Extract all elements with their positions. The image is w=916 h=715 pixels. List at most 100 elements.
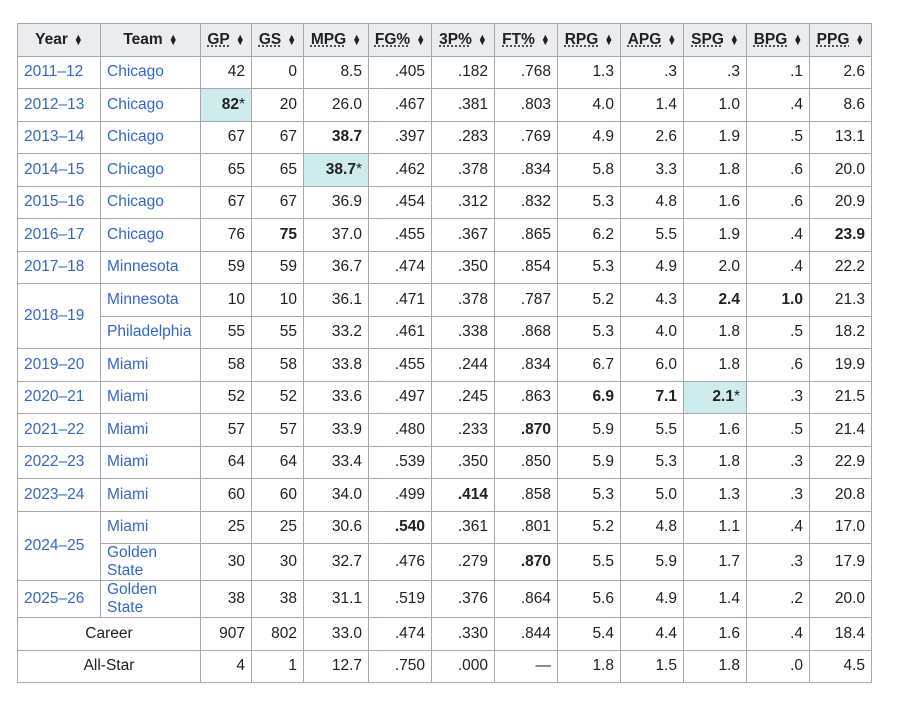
stat-cell-gp: 907 bbox=[200, 617, 252, 651]
stat-cell-ppg: 13.1 bbox=[809, 120, 872, 154]
sort-arrows-icon[interactable]: ▲ ▼ bbox=[287, 32, 296, 46]
season-year-cell: 2020–21 bbox=[17, 380, 101, 414]
season-year-link[interactable]: 2018–19 bbox=[24, 307, 84, 324]
stat-cell-3ppct: .378 bbox=[431, 283, 495, 317]
stat-cell-bpg: .4 bbox=[746, 617, 810, 651]
column-header-apg[interactable]: APG ▲ ▼ bbox=[620, 23, 684, 57]
season-year-link[interactable]: 2014–15 bbox=[24, 161, 84, 178]
season-year-link[interactable]: 2017–18 bbox=[24, 258, 84, 275]
column-header-bpg[interactable]: BPG ▲ ▼ bbox=[746, 23, 810, 57]
column-header-team[interactable]: Team ▲ ▼ bbox=[100, 23, 201, 57]
team-link[interactable]: Miami bbox=[107, 356, 148, 373]
season-year-link[interactable]: 2019–20 bbox=[24, 356, 84, 373]
team-link[interactable]: Golden State bbox=[107, 544, 157, 579]
team-link[interactable]: Miami bbox=[107, 486, 148, 503]
season-year-link[interactable]: 2016–17 bbox=[24, 226, 84, 243]
sort-arrows-icon[interactable]: ▲ ▼ bbox=[478, 32, 487, 46]
stat-cell-ppg: 2.6 bbox=[809, 55, 872, 89]
stat-cell-gp: 67 bbox=[200, 185, 252, 219]
stat-cell-gs: 802 bbox=[251, 617, 304, 651]
column-header-spg[interactable]: SPG ▲ ▼ bbox=[683, 23, 747, 57]
sort-arrows-icon[interactable]: ▲ ▼ bbox=[169, 32, 178, 46]
column-header-ppg[interactable]: PPG ▲ ▼ bbox=[809, 23, 872, 57]
sort-arrows-icon[interactable]: ▲ ▼ bbox=[74, 32, 83, 46]
column-header-label: GP bbox=[207, 30, 230, 48]
team-link[interactable]: Chicago bbox=[107, 161, 164, 178]
stat-cell-mpg: 12.7 bbox=[303, 649, 369, 683]
team-link[interactable]: Minnesota bbox=[107, 258, 179, 275]
team-link[interactable]: Golden State bbox=[107, 581, 157, 616]
column-header-label: FT% bbox=[502, 30, 535, 48]
team-link[interactable]: Minnesota bbox=[107, 291, 179, 308]
column-header-mpg[interactable]: MPG ▲ ▼ bbox=[303, 23, 369, 57]
column-header-gp[interactable]: GP ▲ ▼ bbox=[200, 23, 252, 57]
season-year-link[interactable]: 2024–25 bbox=[24, 537, 84, 554]
column-header-gs[interactable]: GS ▲ ▼ bbox=[251, 23, 304, 57]
column-header-year[interactable]: Year ▲ ▼ bbox=[17, 23, 101, 57]
stat-cell-spg: 1.3 bbox=[683, 478, 747, 512]
team-link[interactable]: Philadelphia bbox=[107, 323, 191, 340]
stat-cell-bpg: .4 bbox=[746, 510, 810, 544]
sort-arrows-icon[interactable]: ▲ ▼ bbox=[236, 32, 245, 46]
column-header-rpg[interactable]: RPG ▲ ▼ bbox=[557, 23, 621, 57]
sort-arrows-icon[interactable]: ▲ ▼ bbox=[541, 32, 550, 46]
stat-cell-ftpct: .801 bbox=[494, 510, 558, 544]
stat-cell-ppg: 22.9 bbox=[809, 445, 872, 479]
stat-cell-3ppct: .312 bbox=[431, 185, 495, 219]
sort-arrows-icon[interactable]: ▲ ▼ bbox=[416, 32, 425, 46]
stat-cell-spg: 1.0 bbox=[683, 88, 747, 122]
team-cell: Chicago bbox=[100, 88, 201, 122]
stat-cell-gs: 20 bbox=[251, 88, 304, 122]
stat-cell-ftpct: .865 bbox=[494, 218, 558, 252]
career-high-value: .414 bbox=[457, 485, 488, 503]
team-cell: Minnesota bbox=[100, 250, 201, 284]
team-link[interactable]: Miami bbox=[107, 388, 148, 405]
table-row: 2015–16 Chicago 67 67 36.9.454.312.832 5.3 4.8… bbox=[17, 185, 872, 219]
team-link[interactable]: Chicago bbox=[107, 96, 164, 113]
stat-cell-apg: 4.9 bbox=[620, 250, 684, 284]
sort-arrows-icon[interactable]: ▲ ▼ bbox=[793, 32, 802, 46]
stat-cell-gp: 60 bbox=[200, 478, 252, 512]
season-year-link[interactable]: 2023–24 bbox=[24, 486, 84, 503]
column-header-ftpct[interactable]: FT% ▲ ▼ bbox=[494, 23, 558, 57]
column-header-3ppct[interactable]: 3P% ▲ ▼ bbox=[431, 23, 495, 57]
stat-cell-apg: 3.3 bbox=[620, 153, 684, 187]
team-link[interactable]: Miami bbox=[107, 421, 148, 438]
season-year-link[interactable]: 2013–14 bbox=[24, 128, 84, 145]
team-link[interactable]: Miami bbox=[107, 453, 148, 470]
season-year-link[interactable]: 2021–22 bbox=[24, 421, 84, 438]
column-header-fgpct[interactable]: FG% ▲ ▼ bbox=[368, 23, 432, 57]
stat-cell-mpg: 37.0 bbox=[303, 218, 369, 252]
stat-cell-gp: 82* bbox=[200, 88, 252, 122]
table-row: Philadelphia 55 55 33.2.461.338.868 5.3 4.0 1.… bbox=[18, 315, 872, 349]
stat-cell-mpg: 33.4 bbox=[303, 445, 369, 479]
team-link[interactable]: Miami bbox=[107, 518, 148, 535]
season-year-link[interactable]: 2011–12 bbox=[24, 63, 83, 80]
team-link[interactable]: Chicago bbox=[107, 128, 164, 145]
sort-arrows-icon[interactable]: ▲ ▼ bbox=[730, 32, 739, 46]
season-year-link[interactable]: 2025–26 bbox=[24, 590, 84, 607]
stat-cell-ftpct: .863 bbox=[494, 380, 558, 414]
season-year-link[interactable]: 2012–13 bbox=[24, 96, 84, 113]
sort-arrows-icon[interactable]: ▲ ▼ bbox=[352, 32, 361, 46]
stat-cell-spg: 1.6 bbox=[683, 185, 747, 219]
stat-cell-3ppct: .233 bbox=[431, 413, 495, 447]
stat-cell-spg: 1.6 bbox=[683, 413, 747, 447]
sort-arrows-icon[interactable]: ▲ ▼ bbox=[667, 32, 676, 46]
stat-cell-gs: 55 bbox=[251, 315, 304, 349]
stat-cell-bpg: .4 bbox=[746, 250, 810, 284]
team-link[interactable]: Chicago bbox=[107, 63, 164, 80]
column-header-label: MPG bbox=[310, 30, 347, 48]
season-year-link[interactable]: 2020–21 bbox=[24, 388, 84, 405]
sort-arrows-icon[interactable]: ▲ ▼ bbox=[604, 32, 613, 46]
season-year-link[interactable]: 2022–23 bbox=[24, 453, 84, 470]
stat-cell-fgpct: .474 bbox=[368, 617, 432, 651]
team-link[interactable]: Chicago bbox=[107, 226, 164, 243]
season-year-link[interactable]: 2015–16 bbox=[24, 193, 84, 210]
stat-cell-bpg: .5 bbox=[746, 120, 810, 154]
table-row: 2014–15 Chicago 65 65 38.7* .462.378.834 5.8 3.… bbox=[17, 153, 872, 187]
stat-cell-ppg: 21.5 bbox=[809, 380, 872, 414]
team-link[interactable]: Chicago bbox=[107, 193, 164, 210]
sort-arrows-icon[interactable]: ▲ ▼ bbox=[855, 32, 864, 46]
stat-cell-3ppct: .338 bbox=[431, 315, 495, 349]
